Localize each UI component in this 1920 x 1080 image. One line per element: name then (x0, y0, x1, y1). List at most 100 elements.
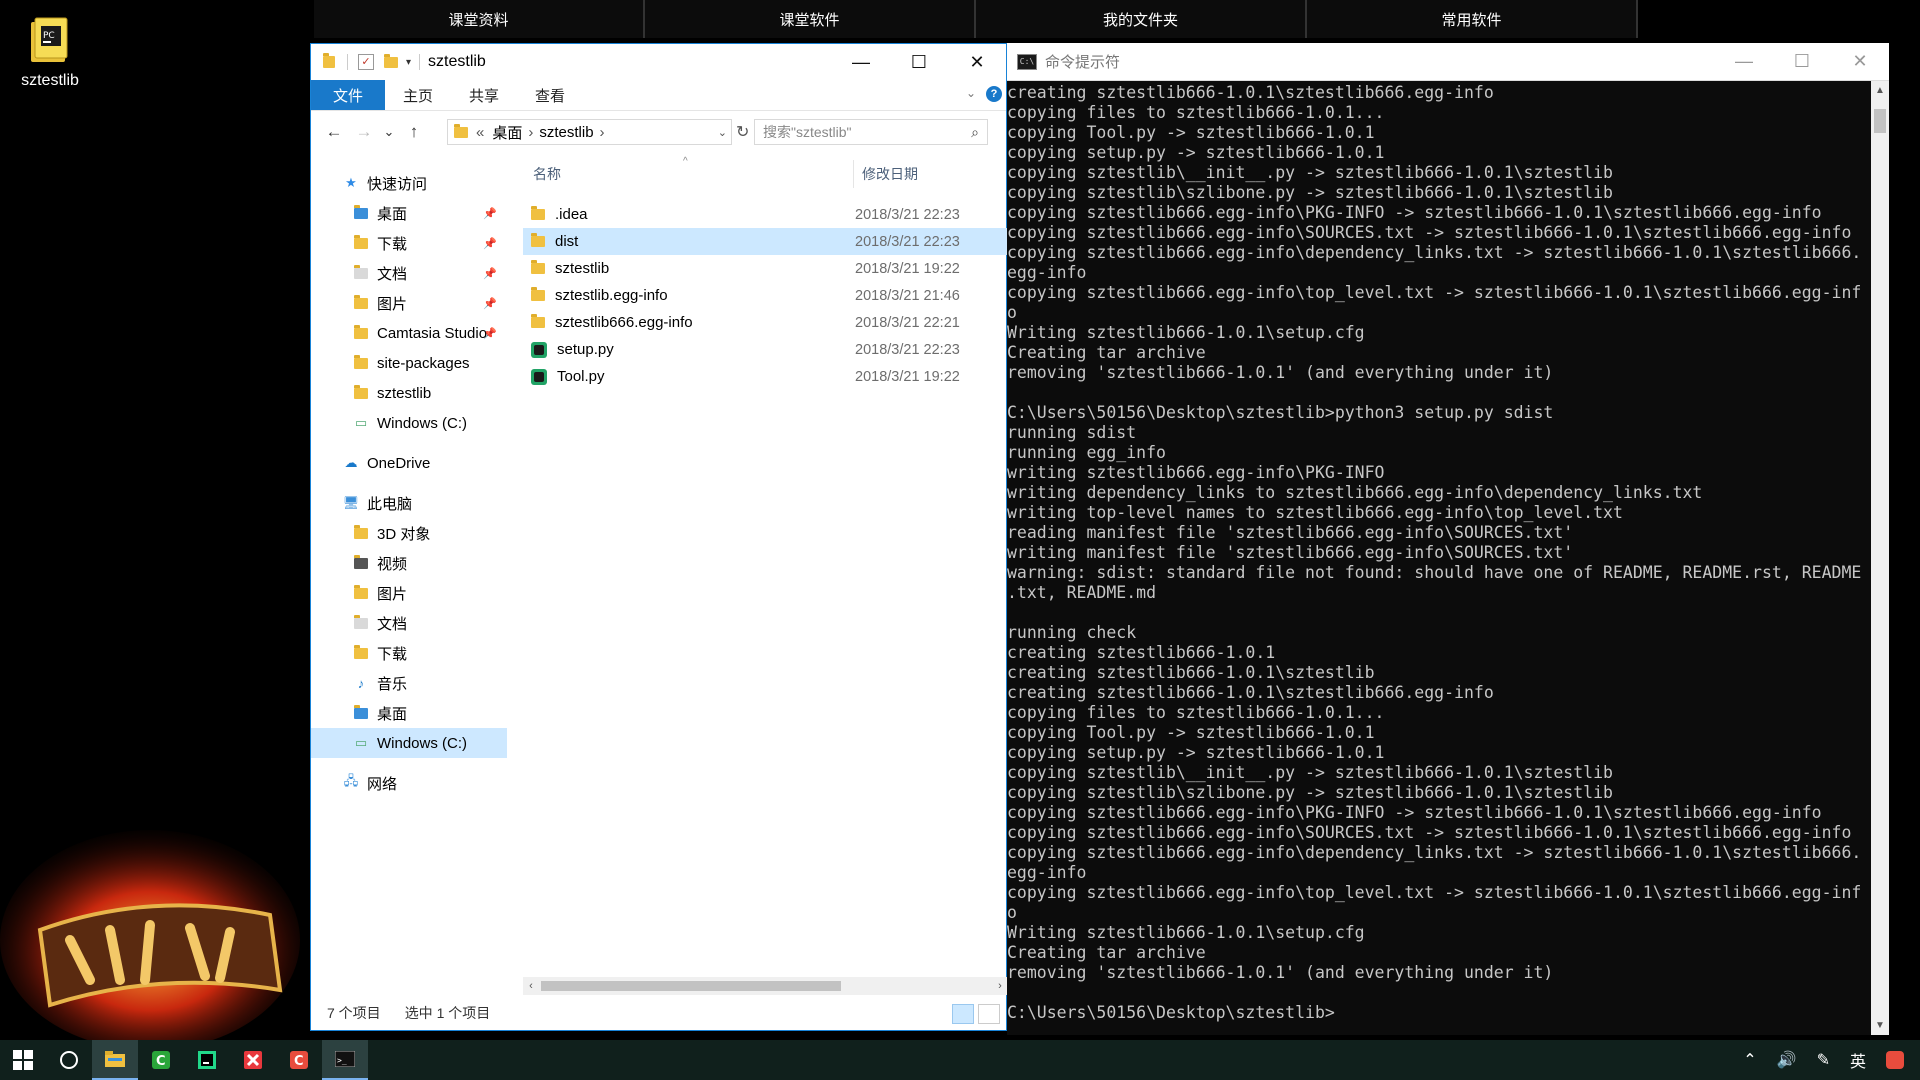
nav-camtasia[interactable]: Camtasia Studio 📌 (311, 318, 507, 348)
column-date-header[interactable]: 修改日期 (853, 160, 918, 188)
scrollbar-thumb[interactable] (541, 981, 841, 991)
address-bar[interactable]: « 桌面 › sztestlib › ⌄ (447, 119, 732, 145)
scroll-up-icon[interactable]: ▲ (1871, 85, 1889, 96)
nav-pictures-pinned[interactable]: 图片 📌 (311, 288, 507, 318)
tab-class-materials[interactable]: 课堂资料 (314, 0, 645, 38)
nav-documents[interactable]: 文档 (311, 608, 507, 638)
cmd-title-bar[interactable]: C:\ 命令提示符 — ☐ ✕ (1007, 43, 1889, 81)
camtasia-icon[interactable]: C (138, 1040, 184, 1080)
tab-common-software[interactable]: 常用软件 (1307, 0, 1638, 38)
close-button[interactable]: ✕ (948, 44, 1006, 80)
console-line: creating sztestlib666-1.0.1\sztestlib666… (1007, 683, 1494, 702)
pin-icon[interactable]: 📌 (483, 297, 497, 310)
horizontal-scrollbar[interactable]: ‹ › (523, 977, 1008, 995)
breadcrumb-sztestlib[interactable]: sztestlib (539, 124, 593, 141)
cmd-icon[interactable]: >_ (322, 1040, 368, 1080)
scrollbar-thumb[interactable] (1874, 109, 1886, 133)
new-folder-icon[interactable] (384, 53, 398, 68)
ime-indicator[interactable]: 英 (1850, 1048, 1866, 1072)
refresh-icon[interactable]: ↻ (736, 122, 749, 142)
pin-icon[interactable]: 📌 (483, 237, 497, 250)
breadcrumb-separator[interactable]: › (528, 124, 533, 141)
file-explorer-icon[interactable] (92, 1040, 138, 1080)
nav-this-pc[interactable]: 🖥 此电脑 (311, 488, 507, 518)
file-row[interactable]: sztestlib666.egg-info 2018/3/21 22:21 (523, 309, 1008, 336)
pen-icon[interactable]: ✎ (1817, 1050, 1830, 1070)
vertical-scrollbar[interactable]: ▲ ▼ (1871, 81, 1889, 1035)
nav-documents-pinned[interactable]: 文档 📌 (311, 258, 507, 288)
nav-music[interactable]: ♪ 音乐 (311, 668, 507, 698)
camtasia-recorder-icon[interactable]: C (276, 1040, 322, 1080)
tab-my-folder[interactable]: 我的文件夹 (976, 0, 1307, 38)
nav-pictures[interactable]: 图片 (311, 578, 507, 608)
pin-icon[interactable]: 📌 (483, 267, 497, 280)
search-box[interactable]: 搜索"sztestlib" ⌕ (754, 119, 988, 145)
xmind-icon[interactable] (230, 1040, 276, 1080)
forward-button[interactable]: → (349, 122, 379, 142)
nav-desktop[interactable]: 桌面 (311, 698, 507, 728)
breadcrumb-desktop[interactable]: 桌面 (492, 122, 522, 143)
search-icon[interactable]: ⌕ (971, 124, 979, 141)
sogou-ime-icon[interactable] (1886, 1051, 1904, 1069)
tab-class-software[interactable]: 课堂软件 (645, 0, 976, 38)
tab-home[interactable]: 主页 (385, 80, 451, 110)
pin-icon[interactable]: 📌 (483, 327, 497, 340)
console-output[interactable]: creating sztestlib666-1.0.1\sztestlib666… (1007, 81, 1869, 1037)
ribbon-tabs: 文件 主页 共享 查看 ⌄ ? (311, 80, 1006, 111)
file-row-selected[interactable]: dist 2018/3/21 22:23 (523, 228, 1008, 255)
file-row[interactable]: sztestlib 2018/3/21 19:22 (523, 255, 1008, 282)
desktop-icon-sztestlib[interactable]: PC sztestlib (14, 16, 86, 90)
maximize-button[interactable]: ☐ (890, 44, 948, 80)
scroll-left-icon[interactable]: ‹ (523, 977, 539, 995)
breadcrumb-overflow[interactable]: « (476, 124, 484, 141)
nav-site-packages[interactable]: site-packages (311, 348, 507, 378)
file-row[interactable]: setup.py 2018/3/21 22:23 (523, 336, 1008, 363)
scroll-down-icon[interactable]: ▼ (1871, 1020, 1889, 1031)
close-button[interactable]: ✕ (1831, 43, 1889, 79)
nav-downloads[interactable]: 下载 (311, 638, 507, 668)
address-dropdown-icon[interactable]: ⌄ (718, 126, 727, 139)
large-icons-view-icon[interactable] (978, 1004, 1000, 1024)
recent-locations-button[interactable]: ⌄ (379, 124, 399, 140)
start-icon[interactable] (0, 1040, 46, 1080)
nav-windows-c-quick[interactable]: ▭ Windows (C:) (311, 408, 507, 438)
show-hidden-icons-icon[interactable]: ⌃ (1743, 1050, 1756, 1070)
tab-share[interactable]: 共享 (451, 80, 517, 110)
nav-sztestlib[interactable]: sztestlib (311, 378, 507, 408)
explorer-title-bar[interactable]: ✓ ▾ sztestlib — ☐ ✕ (311, 44, 1006, 80)
tab-file[interactable]: 文件 (311, 80, 386, 110)
file-row[interactable]: sztestlib.egg-info 2018/3/21 21:46 (523, 282, 1008, 309)
file-row[interactable]: .idea 2018/3/21 22:23 (523, 201, 1008, 228)
file-row[interactable]: Tool.py 2018/3/21 19:22 (523, 363, 1008, 390)
console-line: copying files to sztestlib666-1.0.1... (1007, 103, 1385, 122)
nav-onedrive[interactable]: ☁ OneDrive (311, 448, 507, 478)
nav-videos[interactable]: 视频 (311, 548, 507, 578)
breadcrumb-separator[interactable]: › (600, 124, 605, 141)
pycharm-icon[interactable] (184, 1040, 230, 1080)
column-name-header[interactable]: 名称 (523, 164, 853, 184)
back-button[interactable]: ← (319, 122, 349, 142)
minimize-button[interactable]: — (1715, 43, 1773, 79)
details-view-icon[interactable] (952, 1004, 974, 1024)
nav-windows-c[interactable]: ▭ Windows (C:) (311, 728, 507, 758)
minimize-button[interactable]: — (832, 44, 890, 80)
nav-3d-objects[interactable]: 3D 对象 (311, 518, 507, 548)
document-folder-icon (353, 264, 369, 280)
customize-quick-access-icon[interactable]: ▾ (406, 57, 411, 68)
properties-icon[interactable]: ✓ (358, 54, 374, 70)
nav-quick-access[interactable]: ★ 快速访问 (311, 168, 507, 198)
python-file-icon (531, 341, 547, 358)
pin-icon[interactable]: 📌 (483, 207, 497, 220)
nav-desktop-pinned[interactable]: 桌面 📌 (311, 198, 507, 228)
up-button[interactable]: ↑ (399, 122, 429, 142)
volume-icon[interactable]: 🔊 (1777, 1050, 1797, 1070)
nav-downloads-pinned[interactable]: 下载 📌 (311, 228, 507, 258)
maximize-button[interactable]: ☐ (1773, 43, 1831, 79)
tab-view[interactable]: 查看 (517, 80, 583, 110)
expand-ribbon-icon[interactable]: ⌄ (966, 86, 976, 100)
scroll-right-icon[interactable]: › (992, 977, 1008, 995)
help-icon[interactable]: ? (986, 86, 1002, 102)
folder-icon (531, 206, 545, 220)
cortana-icon[interactable] (46, 1040, 92, 1080)
nav-network[interactable]: 🖧 网络 (311, 768, 507, 798)
